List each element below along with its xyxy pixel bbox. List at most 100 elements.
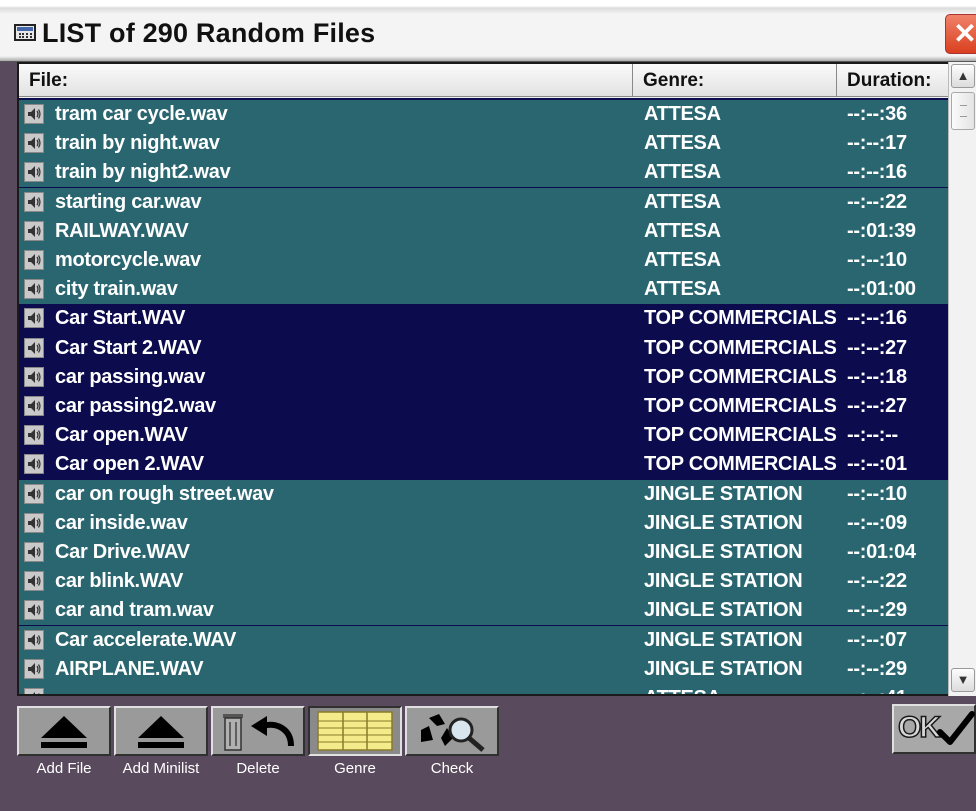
- table-row[interactable]: car passing.wav TOP COMMERCIALS --:--:18: [19, 362, 949, 392]
- speaker-icon[interactable]: [24, 542, 44, 562]
- file-name: car on rough street.wav: [55, 482, 274, 505]
- table-row[interactable]: city train.wav ATTESA --:01:00: [19, 275, 949, 305]
- table-row[interactable]: car passing2.wav TOP COMMERCIALS --:--:27: [19, 392, 949, 421]
- duration-cell: --:--:27: [847, 336, 907, 359]
- speaker-icon[interactable]: [24, 571, 44, 592]
- table-row[interactable]: AIRPLANE.WAV JINGLE STATION --:--:29: [19, 654, 949, 684]
- speaker-icon[interactable]: [24, 658, 44, 679]
- column-header-genre[interactable]: Genre:: [633, 64, 837, 97]
- add-file-label: Add File: [36, 760, 92, 777]
- genre-cell: JINGLE STATION: [644, 628, 803, 651]
- genre-cell: TOP COMMERCIALS: [644, 307, 837, 330]
- table-row[interactable]: tram car cycle.wav ATTESA --:--:36: [19, 100, 949, 129]
- speaker-icon[interactable]: [24, 308, 44, 329]
- table-row[interactable]: Car Start 2.WAV TOP COMMERCIALS --:--:27: [19, 333, 949, 363]
- genre-cell: ATTESA: [644, 103, 721, 125]
- duration-cell: --:--:--: [847, 424, 898, 447]
- speaker-icon[interactable]: [24, 104, 44, 124]
- file-name: tram car cycle.wav: [55, 103, 228, 125]
- duration-cell: --:--:01: [847, 453, 907, 476]
- file-name: car inside.wav: [55, 511, 188, 534]
- genre-cell: TOP COMMERCIALS: [644, 336, 837, 359]
- file-name: starting car.wav: [55, 190, 202, 213]
- check-button[interactable]: [405, 706, 499, 756]
- ok-button[interactable]: OK: [892, 704, 976, 754]
- speaker-icon[interactable]: [24, 133, 44, 154]
- speaker-icon[interactable]: [24, 337, 44, 358]
- speaker-icon[interactable]: [24, 250, 44, 270]
- genre-button[interactable]: [308, 706, 402, 756]
- duration-cell: --:--:09: [847, 511, 907, 534]
- file-name: motorcycle.wav: [55, 249, 201, 271]
- file-rows: tram car cycle.wav ATTESA --:--:36 train by…: [19, 100, 949, 694]
- file-name: Car open 2.WAV: [55, 453, 204, 476]
- genre-cell: ATTESA: [644, 190, 721, 213]
- eject-icon: [41, 716, 87, 748]
- table-row[interactable]: Car Start.WAV TOP COMMERCIALS --:--:16: [19, 304, 949, 334]
- table-row[interactable]: car and tram.wav JINGLE STATION --:--:29: [19, 596, 949, 626]
- file-name: car blink.WAV: [55, 570, 183, 593]
- file-name: car passing.wav: [55, 365, 206, 388]
- speaker-icon[interactable]: [24, 512, 44, 533]
- genre-cell: JINGLE STATION: [644, 541, 803, 563]
- table-row[interactable]: car blink.WAV JINGLE STATION --:--:22: [19, 567, 949, 597]
- speaker-icon[interactable]: [24, 396, 44, 416]
- speaker-icon[interactable]: [24, 425, 44, 446]
- speaker-icon[interactable]: [24, 454, 44, 475]
- speaker-icon[interactable]: [24, 629, 44, 650]
- genre-cell: TOP COMMERCIALS: [644, 365, 837, 388]
- table-row[interactable]: train by night2.wav ATTESA --:--:16: [19, 158, 949, 188]
- duration-cell: --:--:07: [847, 628, 907, 651]
- speaker-icon[interactable]: [24, 366, 44, 387]
- scroll-up-button[interactable]: ▲: [951, 64, 975, 88]
- bottom-toolbar: Add File Add Minilist Delete Genre Check…: [0, 696, 976, 811]
- table-row[interactable]: Car open 2.WAV TOP COMMERCIALS --:--:01: [19, 450, 949, 480]
- file-list[interactable]: File: Genre: Duration: tram car cycle.wa…: [17, 62, 976, 696]
- speaker-icon[interactable]: [24, 191, 44, 212]
- column-header-duration[interactable]: Duration:: [837, 64, 949, 97]
- genre-cell: TOP COMMERCIALS: [644, 453, 837, 476]
- speaker-icon[interactable]: [24, 162, 44, 183]
- duration-cell: --:--:16: [847, 307, 907, 330]
- genre-cell: ATTESA: [644, 684, 721, 694]
- table-row[interactable]: starting car.wav ATTESA --:--:22: [19, 187, 949, 217]
- speaker-icon[interactable]: [24, 483, 44, 504]
- table-row[interactable]: Car Drive.WAV JINGLE STATION --:01:04: [19, 538, 949, 567]
- file-name: Car Drive.WAV: [55, 541, 190, 563]
- duration-cell: --:--:18: [847, 365, 907, 388]
- file-name: city train.wav: [55, 278, 178, 301]
- speaker-icon[interactable]: [24, 279, 44, 300]
- column-header-file[interactable]: File:: [19, 64, 633, 97]
- speaker-icon[interactable]: [24, 688, 44, 694]
- add-minilist-label: Add Minilist: [122, 760, 200, 777]
- duration-cell: --:--:10: [847, 482, 907, 505]
- table-row[interactable]: ATTESA --:--:41: [19, 684, 949, 694]
- add-file-button[interactable]: [17, 706, 111, 756]
- delete-button[interactable]: [211, 706, 305, 756]
- list-window: LIST of 290 Random Files ✕ File: Genre: …: [0, 0, 976, 811]
- duration-cell: --:--:22: [847, 570, 907, 593]
- table-row[interactable]: car inside.wav JINGLE STATION --:--:09: [19, 508, 949, 538]
- duration-cell: --:01:39: [847, 219, 916, 242]
- vertical-scrollbar[interactable]: ▲ ▼: [948, 62, 976, 696]
- file-name: Car open.WAV: [55, 424, 188, 447]
- table-row[interactable]: Car open.WAV TOP COMMERCIALS --:--:--: [19, 421, 949, 451]
- scroll-thumb[interactable]: [951, 92, 975, 130]
- close-button[interactable]: ✕: [945, 14, 976, 54]
- title-bar[interactable]: LIST of 290 Random Files ✕: [0, 0, 976, 62]
- genre-cell: JINGLE STATION: [644, 599, 803, 622]
- genre-cell: JINGLE STATION: [644, 482, 803, 505]
- table-row[interactable]: Car accelerate.WAV JINGLE STATION --:--:07: [19, 625, 949, 655]
- scroll-down-button[interactable]: ▼: [951, 668, 975, 692]
- duration-cell: --:--:16: [847, 161, 907, 184]
- table-row[interactable]: motorcycle.wav ATTESA --:--:10: [19, 246, 949, 275]
- table-row[interactable]: car on rough street.wav JINGLE STATION --:…: [19, 479, 949, 509]
- speaker-icon[interactable]: [24, 220, 44, 241]
- file-name: train by night2.wav: [55, 161, 231, 184]
- table-row[interactable]: train by night.wav ATTESA --:--:17: [19, 129, 949, 159]
- ok-label: OK: [897, 710, 942, 745]
- speaker-icon[interactable]: [24, 600, 44, 621]
- add-minilist-button[interactable]: [114, 706, 208, 756]
- check-label: Check: [430, 760, 474, 777]
- table-row[interactable]: RAILWAY.WAV ATTESA --:01:39: [19, 216, 949, 246]
